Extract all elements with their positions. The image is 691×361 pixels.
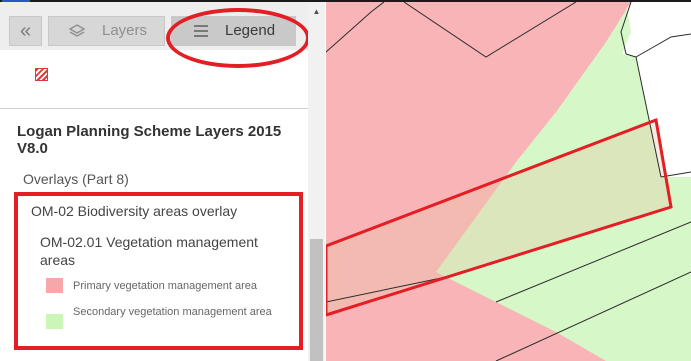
tab-layers[interactable]: Layers <box>48 16 165 46</box>
scheme-title: Logan Planning Scheme Layers 2015 V8.0 <box>17 123 282 157</box>
scroll-up-arrow-icon[interactable]: ▲ <box>308 7 325 16</box>
legend-panel: « Layers Legend Logan Planning Scheme La… <box>0 2 327 361</box>
collapse-panel-button[interactable]: « <box>9 16 42 46</box>
secondary-vegetation-swatch <box>46 314 63 329</box>
group-label: Overlays (Part 8) <box>23 171 129 187</box>
annotation-circle <box>166 8 310 68</box>
double-chevron-left-icon: « <box>19 20 32 42</box>
panel-scrollbar[interactable]: ▲ <box>308 2 325 361</box>
primary-vegetation-swatch <box>46 278 63 293</box>
hatched-legend-swatch <box>35 68 48 81</box>
tab-layers-label: Layers <box>102 22 148 39</box>
sublayer-title: OM-02.01 Vegetation management areas <box>40 234 258 268</box>
overlay-title: OM-02 Biodiversity areas overlay <box>31 203 238 219</box>
legend-item-label: Secondary vegetation management area <box>73 306 272 318</box>
map-view[interactable] <box>326 2 691 361</box>
scrollbar-thumb[interactable] <box>310 239 323 361</box>
legend-item-label: Primary vegetation management area <box>73 280 258 292</box>
map-canvas[interactable] <box>326 2 691 361</box>
section-divider <box>0 108 308 109</box>
